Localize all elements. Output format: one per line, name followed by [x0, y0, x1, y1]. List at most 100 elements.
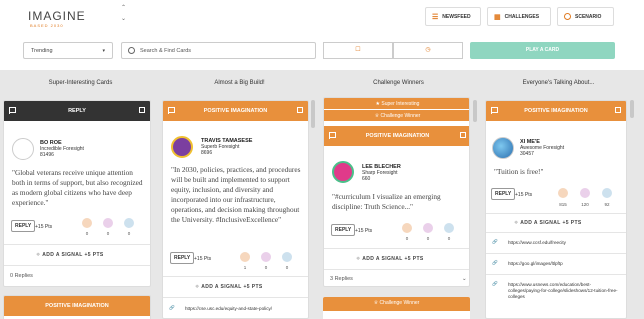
author-info: TRAVIS TAMASESE Superb Foresight 8696 [201, 138, 252, 156]
reply-button[interactable]: REPLY [331, 224, 356, 236]
people-react-icon[interactable] [282, 252, 292, 262]
react-count: 1 [243, 265, 247, 270]
add-signal-button[interactable]: ⁘ ADD A SIGNAL +5 PTS [356, 256, 424, 262]
flag-icon[interactable] [329, 132, 336, 139]
external-link-icon[interactable] [297, 107, 303, 113]
replies-label: 3 Replies [330, 276, 353, 282]
add-signal-button[interactable]: ⁘ ADD A SIGNAL +5 PTS [36, 252, 104, 258]
column-scrollbar[interactable] [473, 100, 477, 122]
scenario-button[interactable]: SCENARIO [557, 7, 614, 26]
heart-react-icon[interactable] [580, 188, 590, 198]
scenario-label: SCENARIO [575, 13, 602, 20]
play-card-button[interactable]: PLAY A CARD [470, 42, 615, 59]
divider [486, 253, 626, 254]
column-scrollbar[interactable] [630, 100, 634, 118]
column-scrollbar[interactable] [311, 100, 315, 128]
chevron-down-icon: ⌄ [462, 276, 467, 282]
sort-select[interactable]: Trending ▾ [23, 42, 113, 59]
lightbulb-react-icon[interactable] [558, 188, 568, 198]
lightbulb-react-icon[interactable] [82, 218, 92, 228]
flag-icon[interactable] [168, 107, 175, 114]
newsfeed-button[interactable]: ☰ NEWSFEED [425, 7, 481, 26]
add-signal-button[interactable]: ⁘ ADD A SIGNAL +5 PTS [195, 284, 263, 290]
list-icon: ☰ [432, 13, 439, 21]
divider [324, 248, 469, 249]
link-icon: 🔗 [492, 281, 498, 286]
lightbulb-react-icon[interactable] [240, 252, 250, 262]
author-score: 660 [362, 176, 371, 182]
card-header: POSITIVE IMAGINATION [324, 126, 469, 146]
reply-button[interactable]: REPLY [491, 188, 516, 200]
react-count: 0 [447, 236, 451, 241]
add-signal-label: ADD A SIGNAL +5 PTS [362, 256, 424, 262]
signal-link[interactable]: https://goo.gl/images/ltlpftp [508, 261, 623, 267]
card-header-label: POSITIVE IMAGINATION [45, 303, 109, 309]
replies-count[interactable]: 3 Replies ⌄ [330, 276, 467, 282]
replies-count[interactable]: 0 Replies [10, 273, 33, 279]
challenges-button[interactable]: ▦ CHALLENGES [487, 7, 551, 26]
chevron-up-icon[interactable]: ⌃ [121, 4, 126, 11]
divider [4, 244, 150, 245]
search-input[interactable]: Search & Find Cards [121, 42, 316, 59]
people-react-icon[interactable] [124, 218, 134, 228]
flag-icon[interactable] [9, 107, 16, 114]
lightbulb-react-icon[interactable] [402, 223, 412, 233]
add-signal-label: ADD A SIGNAL +5 PTS [201, 284, 263, 290]
clock-toggle[interactable]: ◷ [393, 42, 463, 59]
divider [486, 274, 626, 275]
signal-link[interactable]: https://www.usnews.com/education/best-co… [508, 282, 623, 300]
external-link-icon[interactable] [460, 132, 466, 138]
link-icon: 🔗 [492, 239, 498, 244]
column-title: Super-Interesting Cards [48, 80, 113, 86]
heart-react-icon[interactable] [103, 218, 113, 228]
points-label: +15 Pts [35, 224, 53, 230]
avatar[interactable] [12, 138, 34, 160]
signal-link[interactable]: https://cse.usc.edu/equity-and-state-pol… [185, 306, 305, 312]
divider [486, 213, 626, 214]
card-header: POSITIVE IMAGINATION [4, 296, 150, 316]
people-react-icon[interactable] [602, 188, 612, 198]
external-link-icon[interactable] [139, 107, 145, 113]
react-count: 0 [285, 265, 289, 270]
react-count: 0 [127, 231, 131, 236]
author-info: XI ME'E Awesome Foresight 30457 [520, 139, 564, 157]
add-signal-button[interactable]: ⁘ ADD A SIGNAL +5 PTS [514, 220, 582, 226]
heart-react-icon[interactable] [261, 252, 271, 262]
points-label: +15 Pts [355, 228, 373, 234]
points-label: +15 Pts [515, 192, 533, 198]
author-info: LEE BLECHER Sharp Foresight 660 [362, 164, 401, 182]
signal-link[interactable]: https://www.ccsf.edu/freecity [508, 240, 623, 246]
points-label: +15 Pts [194, 256, 212, 262]
avatar[interactable] [492, 137, 514, 159]
add-signal-label: ADD A SIGNAL +5 PTS [520, 220, 582, 226]
search-placeholder: Search & Find Cards [140, 48, 192, 54]
card-header-label: POSITIVE IMAGINATION [365, 133, 430, 139]
idea-card[interactable]: REPLY BO ROE Incredible Foresight 81496 "G… [3, 100, 151, 287]
divider [486, 232, 626, 233]
column-title: Almost a Big Build! [214, 80, 265, 86]
challenges-label: CHALLENGES [504, 13, 540, 20]
super-interesting-badge: ★ Super Interesting [324, 98, 469, 109]
idea-card[interactable]: POSITIVE IMAGINATION XI ME'E Awesome Fore… [485, 100, 627, 319]
link-icon: 🔗 [169, 305, 175, 310]
column-title: Everyone's Talking About... [522, 80, 595, 86]
author-info: BO ROE Incredible Foresight 81496 [40, 140, 84, 158]
idea-card[interactable]: ★ Super Interesting ♕ Challenge Winner P… [323, 97, 470, 287]
heart-react-icon[interactable] [423, 223, 433, 233]
external-link-icon[interactable] [615, 107, 621, 113]
play-card-label: PLAY A CARD [525, 47, 560, 53]
flag-icon[interactable] [491, 107, 498, 114]
divider [163, 297, 308, 298]
avatar[interactable] [332, 161, 354, 183]
light-bulb-toggle[interactable]: ☐ [323, 42, 393, 59]
chevron-down-icon[interactable]: ⌄ [121, 15, 126, 22]
idea-card[interactable]: ♕ Challenge Winner [323, 297, 470, 319]
reply-button[interactable]: REPLY [11, 220, 36, 232]
reply-button[interactable]: REPLY [170, 252, 195, 264]
app-logo[interactable]: IMAGINE [28, 9, 86, 23]
people-react-icon[interactable] [444, 223, 454, 233]
idea-card[interactable]: POSITIVE IMAGINATION [3, 295, 151, 319]
column-title: Challenge Winners [373, 80, 424, 86]
avatar[interactable] [171, 136, 193, 158]
idea-card[interactable]: POSITIVE IMAGINATION TRAVIS TAMASESE Supe… [162, 100, 309, 319]
